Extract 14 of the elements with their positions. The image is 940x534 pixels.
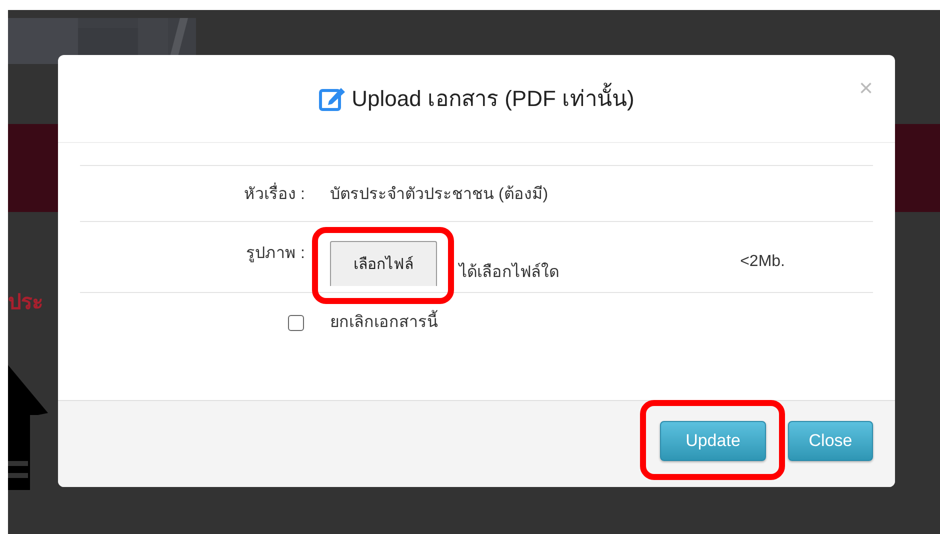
close-button[interactable]: Close xyxy=(788,421,873,461)
edit-icon xyxy=(318,86,346,111)
file-status-text: ได้เลือกไฟล์ใด xyxy=(459,262,559,283)
field-value: บัตรประจำตัวประชาชน (ต้องมี) xyxy=(330,184,550,205)
choose-file-button[interactable]: เลือกไฟล์ xyxy=(330,241,437,286)
field-label: รูปภาพ : xyxy=(245,244,305,264)
checkbox-label: ยกเลิกเอกสารนี้ xyxy=(330,293,873,353)
close-button[interactable]: × xyxy=(858,77,873,101)
background-text: ประ xyxy=(8,290,43,316)
field-label: หัวเรื่อง : xyxy=(80,181,305,206)
dialog-title: Upload เอกสาร (PDF เท่านั้น) xyxy=(352,81,634,116)
size-limit-text: <2Mb. xyxy=(740,252,785,270)
cancel-document-checkbox[interactable] xyxy=(288,315,304,331)
update-button[interactable]: Update xyxy=(660,421,766,461)
